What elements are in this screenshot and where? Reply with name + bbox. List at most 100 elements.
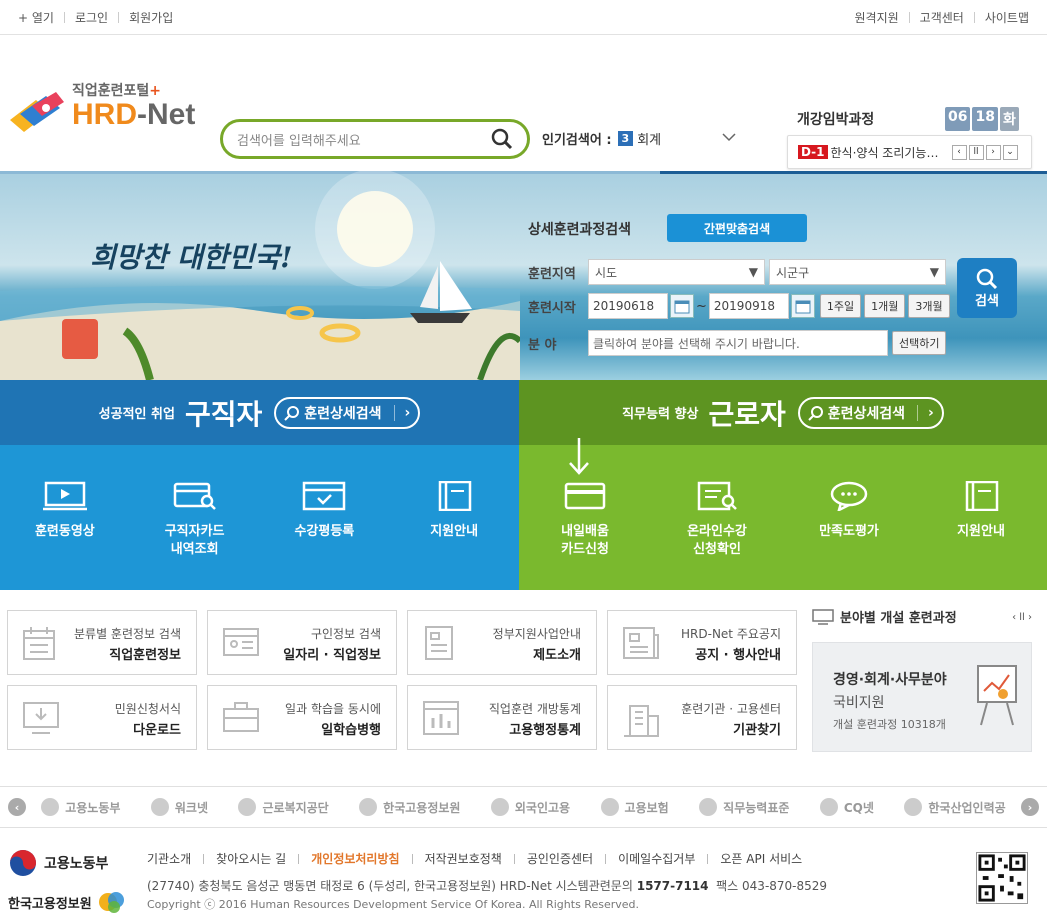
date-from-input[interactable]: 20190618 <box>588 293 668 319</box>
detail-search-title: 상세훈련과정검색 <box>528 222 632 238</box>
calendar-icon <box>23 627 55 660</box>
partner-link[interactable]: 워크넷 <box>150 798 208 816</box>
calendar-icon[interactable] <box>670 294 694 318</box>
jobseeker-card-history-tile[interactable]: 구직자카드 내역조회 <box>130 445 260 590</box>
jobseeker-header: 성공적인 취업 구직자 훈련상세검색 › <box>0 380 519 445</box>
city-select[interactable]: 시군구 ▼ <box>769 259 946 285</box>
newspaper-icon <box>623 627 659 659</box>
prev-arrow-icon[interactable]: ‹ <box>8 798 26 816</box>
partner-link[interactable]: 직무능력표준 <box>699 798 789 816</box>
satisfaction-survey-tile[interactable]: 만족도평가 <box>783 445 915 590</box>
arrow-down-icon <box>569 438 589 475</box>
search-input[interactable]: 검색어를 입력해주세요 <box>237 130 491 149</box>
period-3month-button[interactable]: 3개월 <box>908 294 950 318</box>
job-info-box[interactable]: 구인정보 검색 일자리 · 직업정보 <box>207 610 397 675</box>
system-intro-box[interactable]: 정부지원사업안내 제도소개 <box>407 610 597 675</box>
divider <box>973 11 975 23</box>
detail-search-panel: 상세훈련과정검색 간편맞춤검색 훈련지역 시도 ▼ 시군구 ▼ 훈련시작 20190… <box>508 201 1047 380</box>
footer-link-open-api[interactable]: 오픈 API 서비스 <box>720 850 802 867</box>
d-day-badge: D-1 <box>798 145 828 159</box>
popular-label: 인기검색어 : <box>542 133 612 148</box>
sitemap-link[interactable]: 사이트맵 <box>985 9 1029 26</box>
login-link[interactable]: 로그인 <box>75 9 108 26</box>
start-date-label: 훈련시작 <box>528 300 576 316</box>
work-study-box[interactable]: 일과 학습을 동시에 일학습병행 <box>207 685 397 750</box>
partner-logo-icon <box>490 798 509 816</box>
period-1week-button[interactable]: 1주일 <box>819 294 862 318</box>
hrd-net-logo[interactable]: 직업훈련포털+ HRD-Net <box>6 80 196 160</box>
chevron-down-icon[interactable] <box>720 128 738 146</box>
period-1month-button[interactable]: 1개월 <box>864 294 906 318</box>
footer-link-privacy[interactable]: 개인정보처리방침 <box>311 850 399 867</box>
signup-link[interactable]: 회원가입 <box>129 9 173 26</box>
partner-list: 고용노동부 워크넷 근로복지공단 한국고용정보원 외국인고용 고용보험 직무능력… <box>26 798 1021 816</box>
course-review-tile[interactable]: 수강평등록 <box>260 445 390 590</box>
worker-section: 직무능력 향상 근로자 훈련상세검색 › 내일배움 카드신청 온라인수강 신청확인 만… <box>519 380 1047 590</box>
forms-download-box[interactable]: 민원신청서식 다운로드 <box>7 685 197 750</box>
book-icon <box>438 481 472 511</box>
footer-links: 기관소개 찾아오시는 길 개인정보처리방침 저작권보호정책 공인인증센터 이메일… <box>147 850 802 867</box>
worker-support-guide-tile[interactable]: 지원안내 <box>915 445 1047 590</box>
utility-left: + 열기 로그인 회원가입 <box>18 9 173 26</box>
next-icon[interactable]: › <box>985 144 1001 160</box>
chevron-down-icon[interactable]: ⌄ <box>1002 144 1018 160</box>
ministry-logo[interactable]: 고용노동부 <box>8 848 108 878</box>
popular-keyword[interactable]: 회계 <box>637 129 661 148</box>
imminent-course-link[interactable]: 한식·양식 조리기능사 과정 <box>831 144 946 161</box>
partner-logo-icon <box>238 798 257 816</box>
statistics-box[interactable]: 직업훈련 개방통계 고용행정통계 <box>407 685 597 750</box>
next-arrow-icon[interactable]: › <box>1021 798 1039 816</box>
quick-search-button[interactable]: 간편맞춤검색 <box>667 214 807 242</box>
quick-links-grid: 분류별 훈련정보 검색 직업훈련정보 구인정보 검색 일자리 · 직업정보 정부지원… <box>7 610 799 750</box>
partner-logo-icon <box>819 798 838 816</box>
pause-icon[interactable]: ll <box>968 144 984 160</box>
rolling-controls[interactable]: ‹ ll › <box>1012 612 1032 623</box>
bar-chart-icon <box>423 701 459 735</box>
open-link[interactable]: + 열기 <box>18 9 54 26</box>
field-select-button[interactable]: 선택하기 <box>892 331 947 355</box>
footer-address: (27740) 충청북도 음성군 맹동면 태정로 6 (두성리, 한국고용정보원… <box>147 879 828 893</box>
partner-link[interactable]: 근로복지공단 <box>238 798 329 816</box>
institution-finder-box[interactable]: 훈련기관 · 고용센터 기관찾기 <box>607 685 797 750</box>
partner-link[interactable]: 고용노동부 <box>41 798 120 816</box>
training-info-box[interactable]: 분류별 훈련정보 검색 직업훈련정보 <box>7 610 197 675</box>
jobseeker-menu: 훈련동영상 구직자카드 내역조회 수강평등록 지원안내 <box>0 445 519 590</box>
start-date-row: 훈련시작 20190618 ~ 20190918 1주일 1개월 3개월 <box>528 293 950 319</box>
search-icon[interactable] <box>491 128 513 150</box>
keis-logo[interactable]: 한국고용정보원 <box>8 888 126 916</box>
footer-link-copyright-policy[interactable]: 저작권보호정책 <box>425 850 502 867</box>
field-input[interactable]: 클릭하여 분야를 선택해 주시기 바랍니다. <box>588 330 888 356</box>
detail-search-button[interactable]: 검색 <box>957 258 1017 318</box>
partner-link[interactable]: CQ넷 <box>819 798 874 816</box>
review-check-icon <box>303 481 346 511</box>
footer-link-about[interactable]: 기관소개 <box>147 850 191 867</box>
notice-box[interactable]: HRD-Net 주요공지 공지 · 행사안내 <box>607 610 797 675</box>
calendar-icon[interactable] <box>790 294 815 318</box>
remote-support-link[interactable]: 원격지원 <box>854 9 898 26</box>
qr-code-icon[interactable] <box>976 852 1028 904</box>
region-label: 훈련지역 <box>528 266 576 282</box>
partner-link[interactable]: 고용보험 <box>600 798 669 816</box>
footer-link-email-refusal[interactable]: 이메일수집거부 <box>618 850 695 867</box>
prev-icon[interactable]: ‹ <box>951 144 967 160</box>
date-weekday: 화 <box>999 107 1019 131</box>
footer-link-directions[interactable]: 찾아오시는 길 <box>216 850 286 867</box>
training-video-tile[interactable]: 훈련동영상 <box>0 445 130 590</box>
province-select[interactable]: 시도 ▼ <box>588 259 765 285</box>
date-to-input[interactable]: 20190918 <box>708 293 789 319</box>
worker-detail-search-button[interactable]: 훈련상세검색 › <box>797 396 944 429</box>
region-row: 훈련지역 시도 ▼ 시군구 ▼ <box>528 259 946 285</box>
partner-link[interactable]: 한국고용정보원 <box>359 798 460 816</box>
jobseeker-detail-search-button[interactable]: 훈련상세검색 › <box>274 396 421 429</box>
logo-mark-icon <box>10 92 64 132</box>
customer-center-link[interactable]: 고객센터 <box>920 9 964 26</box>
jobseeker-support-guide-tile[interactable]: 지원안내 <box>389 445 519 590</box>
utility-bar: + 열기 로그인 회원가입 원격지원 고객센터 사이트맵 <box>0 0 1047 35</box>
partner-logo-icon <box>150 798 169 816</box>
field-course-card[interactable]: 경영·회계·사무분야 국비지원 개설 훈련과정 10318개 <box>812 642 1032 752</box>
partner-link[interactable]: 외국인고용 <box>490 798 570 816</box>
partner-link[interactable]: 한국산업인력공 <box>904 798 1006 816</box>
online-course-check-tile[interactable]: 온라인수강 신청확인 <box>651 445 783 590</box>
footer-link-certificate[interactable]: 공인인증센터 <box>527 850 593 867</box>
search-box[interactable]: 검색어를 입력해주세요 <box>220 119 530 159</box>
